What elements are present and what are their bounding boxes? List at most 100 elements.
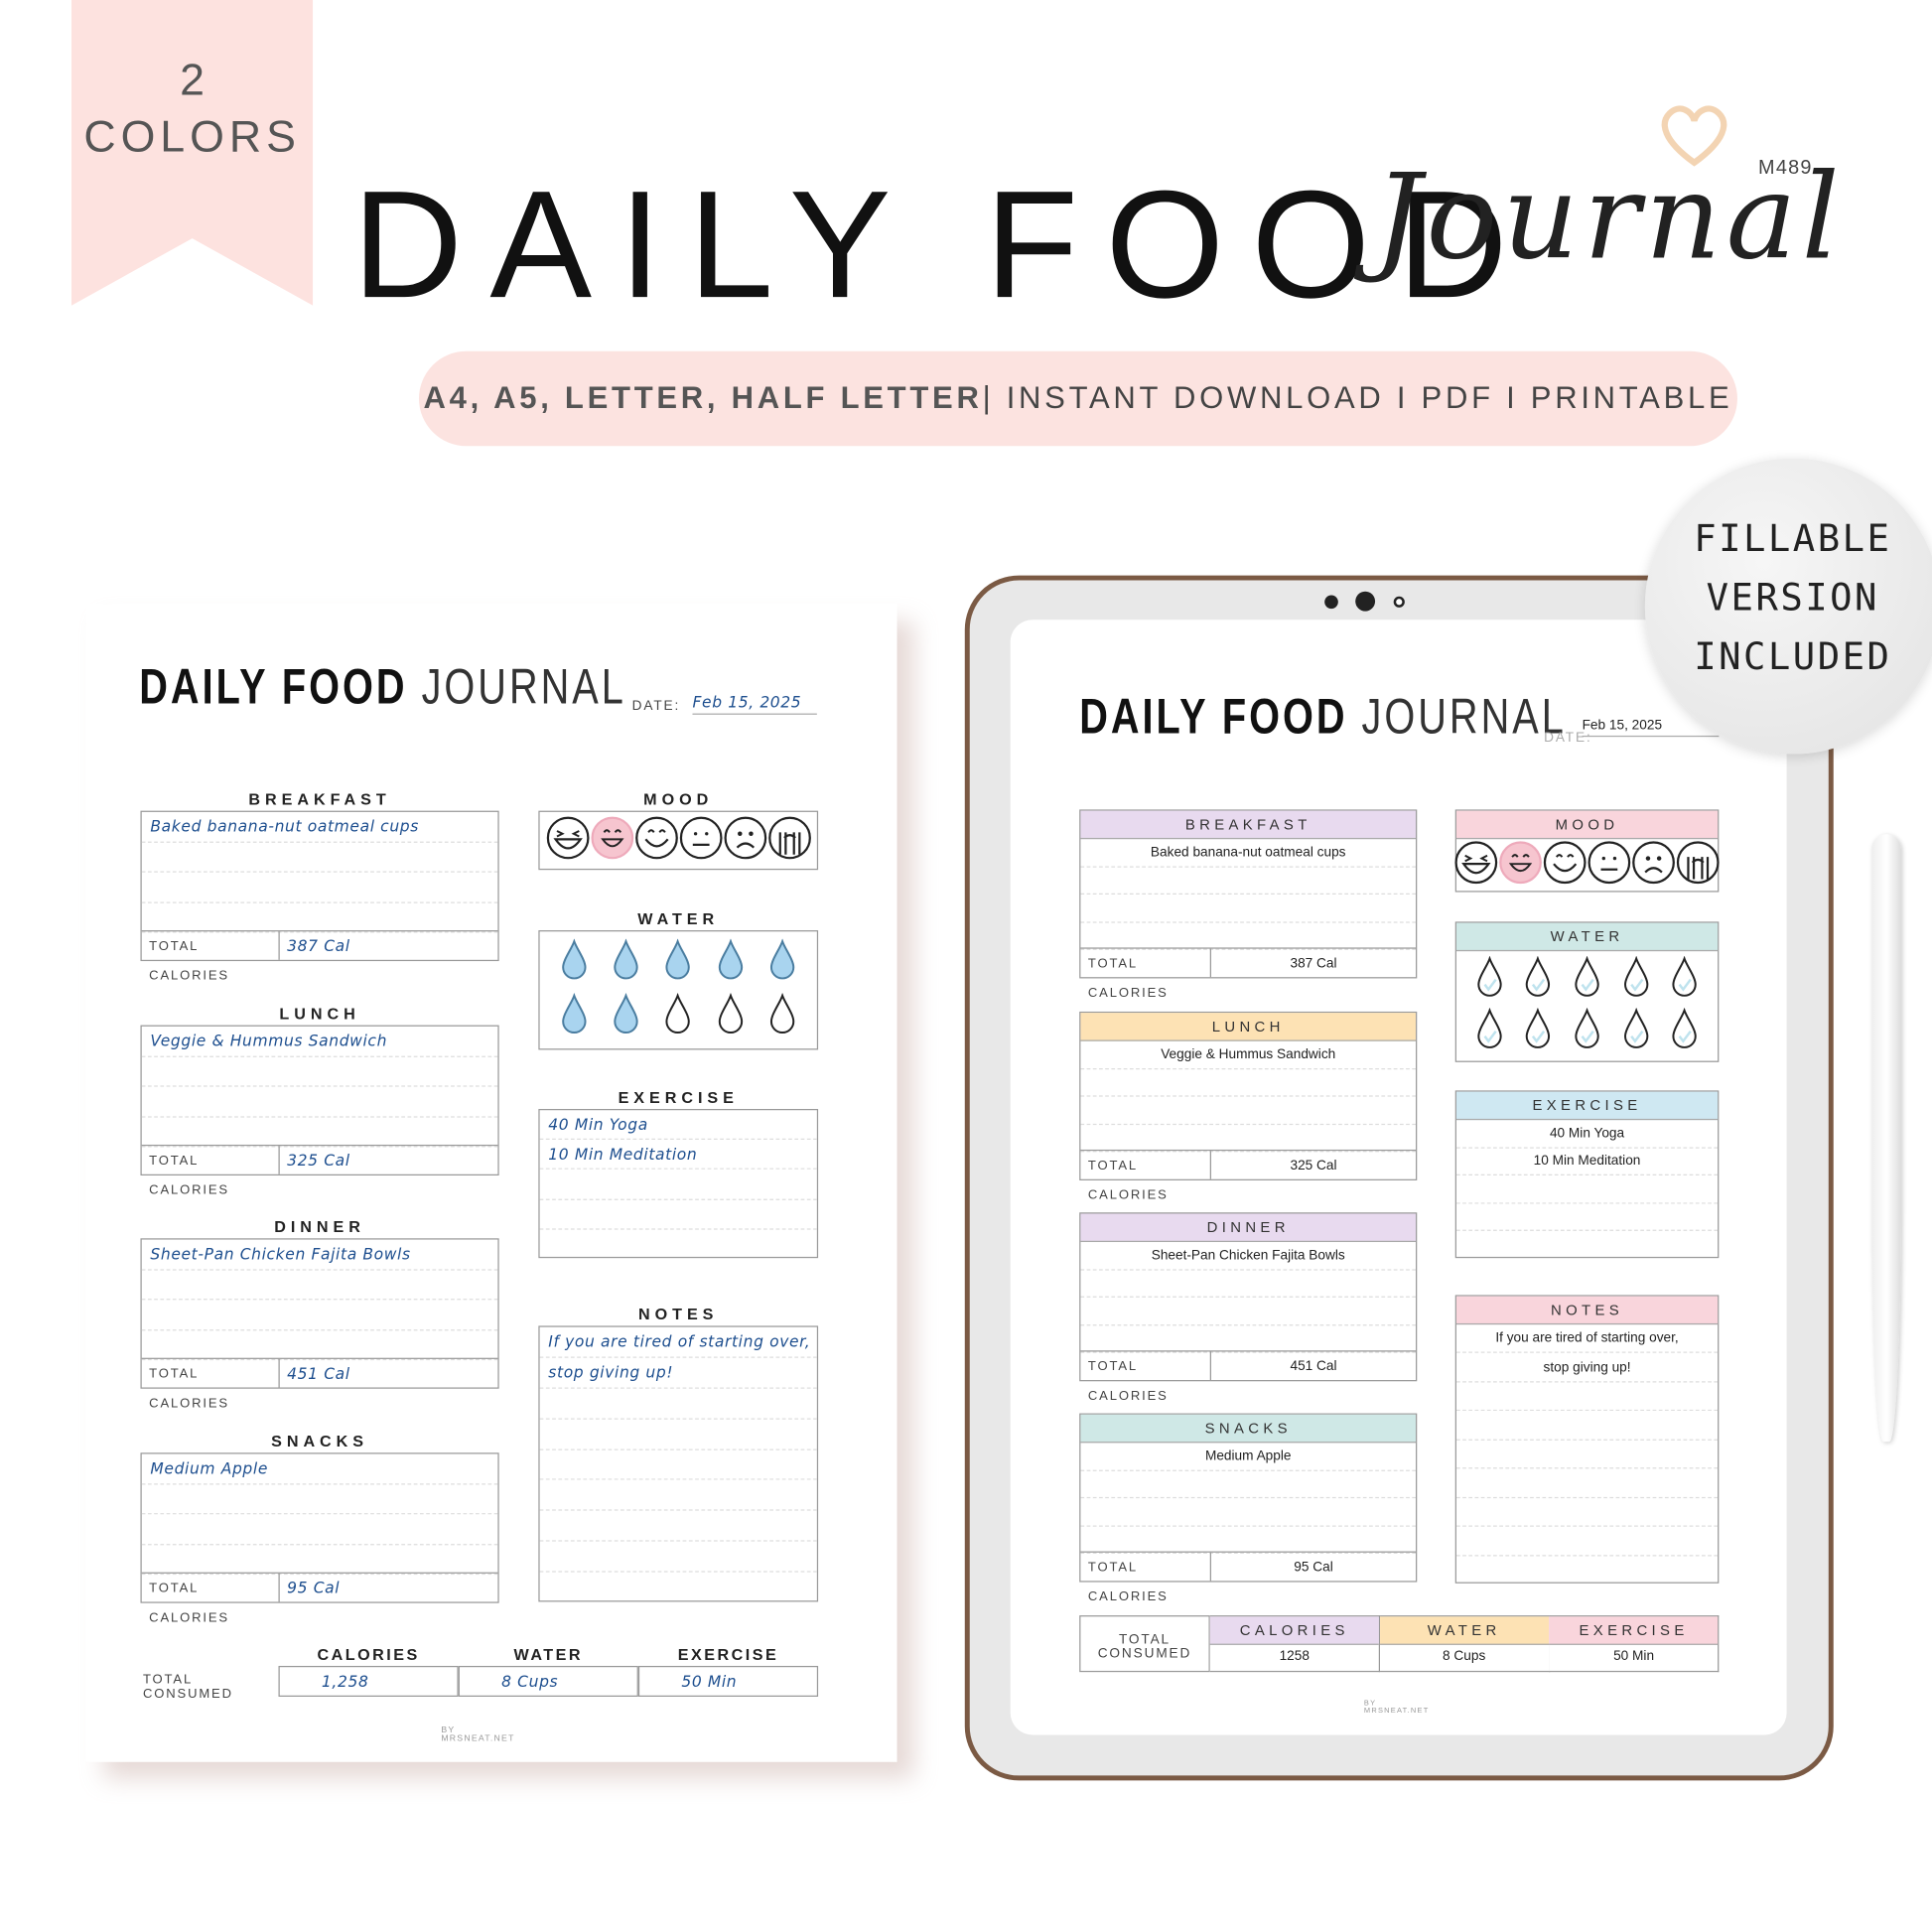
notes-line[interactable] — [1455, 1527, 1719, 1556]
snacks-line[interactable] — [141, 1484, 498, 1515]
water-drop-icon[interactable] — [665, 937, 692, 986]
dinner-line[interactable] — [141, 1270, 498, 1301]
notes-line[interactable] — [539, 1511, 817, 1542]
crying-face-icon[interactable] — [1676, 840, 1721, 891]
water-drop-icon[interactable] — [1671, 1007, 1698, 1055]
lunch-calories[interactable]: 325 Cal — [280, 1151, 498, 1170]
lunch-line[interactable]: Veggie & Hummus Sandwich — [1080, 1041, 1417, 1069]
snacks-line[interactable] — [1080, 1526, 1417, 1555]
exercise-line[interactable]: 40 Min Yoga — [539, 1110, 817, 1141]
breakfast-line[interactable] — [141, 842, 498, 873]
breakfast-line[interactable] — [1080, 867, 1417, 896]
notes-line[interactable] — [539, 1542, 817, 1573]
lunch-line[interactable] — [1080, 1069, 1417, 1097]
snacks-line[interactable] — [141, 1545, 498, 1576]
notes-line[interactable] — [540, 1573, 817, 1603]
breakfast-line[interactable]: Baked banana-nut oatmeal cups — [1080, 839, 1417, 868]
exercise-line[interactable]: 10 Min Meditation — [539, 1140, 817, 1171]
exercise-line[interactable] — [1455, 1175, 1719, 1204]
water-drop-icon[interactable] — [768, 992, 795, 1041]
lunch-line[interactable] — [1080, 1125, 1417, 1153]
lunch-line[interactable] — [1080, 1097, 1417, 1125]
laughing-face-icon[interactable] — [1453, 840, 1498, 891]
date-field[interactable]: Feb 15, 2025 — [692, 692, 817, 715]
date-field[interactable]: Feb 15, 2025 — [1582, 719, 1720, 738]
dinner-line[interactable] — [1080, 1270, 1417, 1298]
notes-line[interactable] — [1455, 1469, 1719, 1498]
exercise-line[interactable] — [1456, 1231, 1718, 1259]
notes-line[interactable] — [1455, 1441, 1719, 1469]
notes-line[interactable] — [1455, 1382, 1719, 1412]
breakfast-calories[interactable]: 387 Cal — [1211, 955, 1416, 970]
exercise-line[interactable] — [539, 1199, 817, 1230]
notes-line[interactable]: stop giving up! — [539, 1358, 817, 1389]
notes-line[interactable]: If you are tired of starting over, — [1455, 1324, 1719, 1354]
grinning-face-icon[interactable] — [1498, 840, 1543, 891]
totals-water-field[interactable]: WATER 8 Cups — [1379, 1615, 1550, 1673]
snacks-line[interactable]: Medium Apple — [141, 1453, 498, 1484]
crying-face-icon[interactable] — [767, 815, 812, 866]
snacks-line[interactable] — [1080, 1470, 1417, 1499]
water-drop-icon[interactable] — [665, 992, 692, 1041]
totals-water-field[interactable]: 8 Cups — [458, 1665, 638, 1697]
water-drop-icon[interactable] — [613, 937, 639, 986]
lunch-calories[interactable]: 325 Cal — [1211, 1158, 1416, 1173]
notes-line[interactable] — [539, 1480, 817, 1511]
laughing-face-icon[interactable] — [545, 815, 590, 866]
lunch-line[interactable]: Veggie & Hummus Sandwich — [141, 1027, 498, 1057]
smiling-face-icon[interactable] — [634, 815, 679, 866]
water-drop-icon[interactable] — [1525, 1007, 1552, 1055]
lunch-line[interactable] — [141, 1117, 498, 1148]
breakfast-line[interactable] — [1080, 895, 1417, 922]
water-drop-icon[interactable] — [1622, 1007, 1649, 1055]
notes-line[interactable] — [1455, 1411, 1719, 1441]
lunch-line[interactable] — [141, 1056, 498, 1087]
totals-calories-field[interactable]: CALORIES 1258 — [1209, 1615, 1381, 1673]
water-drop-icon[interactable] — [1476, 955, 1503, 1004]
dinner-line[interactable]: Sheet-Pan Chicken Fajita Bowls — [141, 1240, 498, 1270]
water-drop-icon[interactable] — [1525, 955, 1552, 1004]
breakfast-calories[interactable]: 387 Cal — [280, 936, 498, 955]
sad-face-icon[interactable] — [1631, 840, 1676, 891]
exercise-line[interactable]: 40 Min Yoga — [1455, 1120, 1719, 1149]
notes-line[interactable] — [1456, 1556, 1718, 1585]
water-drop-icon[interactable] — [1622, 955, 1649, 1004]
snacks-line[interactable]: Medium Apple — [1080, 1443, 1417, 1471]
notes-line[interactable] — [539, 1449, 817, 1481]
water-drop-icon[interactable] — [717, 937, 744, 986]
dinner-line[interactable] — [1080, 1325, 1417, 1353]
water-drop-icon[interactable] — [561, 992, 588, 1041]
exercise-line[interactable]: 10 Min Meditation — [1455, 1148, 1719, 1176]
snacks-calories[interactable]: 95 Cal — [280, 1579, 498, 1597]
breakfast-line[interactable]: Baked banana-nut oatmeal cups — [141, 812, 498, 843]
grinning-face-icon[interactable] — [590, 815, 634, 866]
water-drop-icon[interactable] — [1574, 1007, 1600, 1055]
snacks-line[interactable] — [1080, 1498, 1417, 1527]
lunch-line[interactable] — [141, 1087, 498, 1118]
water-drop-icon[interactable] — [561, 937, 588, 986]
totals-calories-field[interactable]: 1,258 — [278, 1665, 459, 1697]
notes-line[interactable]: stop giving up! — [1455, 1353, 1719, 1383]
neutral-face-icon[interactable] — [1587, 840, 1632, 891]
totals-exercise-field[interactable]: 50 Min — [637, 1665, 819, 1697]
water-drop-icon[interactable] — [1476, 1007, 1503, 1055]
water-drop-icon[interactable] — [717, 992, 744, 1041]
notes-line[interactable] — [539, 1419, 817, 1450]
breakfast-line[interactable] — [1080, 922, 1417, 950]
notes-line[interactable] — [539, 1388, 817, 1420]
dinner-calories[interactable]: 451 Cal — [1211, 1358, 1416, 1373]
snacks-line[interactable] — [141, 1514, 498, 1545]
neutral-face-icon[interactable] — [678, 815, 723, 866]
breakfast-line[interactable] — [141, 902, 498, 933]
notes-line[interactable] — [1455, 1498, 1719, 1527]
dinner-line[interactable] — [141, 1300, 498, 1330]
snacks-calories[interactable]: 95 Cal — [1211, 1560, 1416, 1575]
notes-line[interactable]: If you are tired of starting over, — [539, 1327, 817, 1358]
totals-exercise-field[interactable]: EXERCISE 50 Min — [1549, 1615, 1720, 1673]
dinner-line[interactable]: Sheet-Pan Chicken Fajita Bowls — [1080, 1242, 1417, 1270]
water-drop-icon[interactable] — [1671, 955, 1698, 1004]
dinner-calories[interactable]: 451 Cal — [280, 1364, 498, 1383]
smiling-face-icon[interactable] — [1543, 840, 1587, 891]
water-drop-icon[interactable] — [768, 937, 795, 986]
exercise-line[interactable] — [539, 1170, 817, 1200]
